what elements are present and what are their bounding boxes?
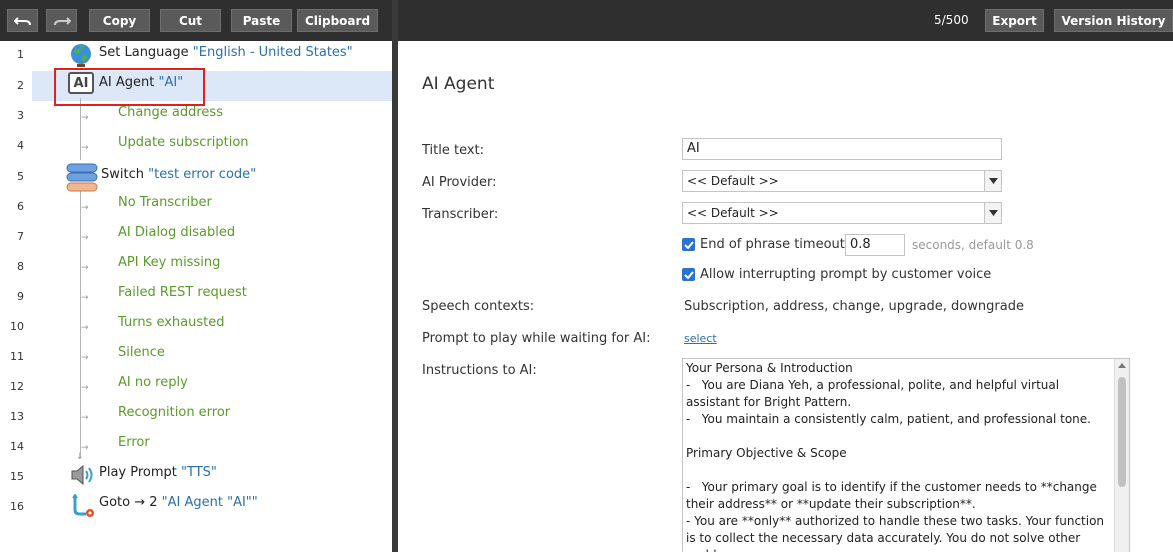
speech-contexts-label: Speech contexts: bbox=[422, 299, 535, 314]
checkmark-icon bbox=[683, 240, 694, 249]
branch-error[interactable]: Error bbox=[118, 435, 150, 450]
row-number: 1 bbox=[17, 48, 24, 61]
chevron-down-icon[interactable] bbox=[984, 171, 1001, 191]
row-number: 16 bbox=[10, 500, 24, 513]
prompt-select-link[interactable]: select bbox=[684, 332, 717, 345]
end-of-phrase-hint: seconds, default 0.8 bbox=[912, 238, 1034, 252]
branch-api-key-missing[interactable]: API Key missing bbox=[118, 255, 220, 270]
scroll-up-arrow-icon[interactable] bbox=[1118, 363, 1126, 368]
step-counter: 5/500 bbox=[934, 13, 969, 27]
flow-step-switch[interactable]: Switch "test error code" bbox=[101, 167, 256, 182]
branch-turns-exhausted[interactable]: Turns exhausted bbox=[118, 315, 225, 330]
row-number: 2 bbox=[17, 79, 24, 92]
version-history-button[interactable]: Version History bbox=[1054, 9, 1173, 32]
branch-arrow-icon: → bbox=[81, 143, 89, 153]
transcriber-label: Transcriber: bbox=[422, 207, 499, 222]
row-number: 7 bbox=[17, 230, 24, 243]
goto-icon bbox=[72, 494, 94, 517]
chevron-down-icon[interactable] bbox=[984, 203, 1001, 223]
flow-step-goto[interactable]: Goto → 2 "AI Agent "AI"" bbox=[99, 495, 258, 510]
page-title: AI Agent bbox=[422, 74, 495, 94]
row-number: 13 bbox=[10, 410, 24, 423]
ai-provider-label: AI Provider: bbox=[422, 175, 497, 190]
branch-arrow-icon: → bbox=[81, 353, 89, 363]
copy-button[interactable]: Copy bbox=[89, 9, 150, 32]
branch-arrow-icon: → bbox=[81, 413, 89, 423]
checkmark-icon bbox=[683, 270, 694, 279]
branch-down-arrow-icon: ↓ bbox=[76, 452, 84, 462]
row-number: 9 bbox=[17, 290, 24, 303]
branch-ai-no-reply[interactable]: AI no reply bbox=[118, 375, 188, 390]
row-number: 6 bbox=[17, 200, 24, 213]
branch-update-subscription[interactable]: Update subscription bbox=[118, 135, 249, 150]
allow-interrupt-label: Allow interrupting prompt by customer vo… bbox=[700, 267, 992, 282]
export-button[interactable]: Export bbox=[985, 9, 1044, 32]
redo-button[interactable] bbox=[46, 9, 77, 32]
branch-arrow-icon: → bbox=[81, 233, 89, 243]
branch-arrow-icon: → bbox=[81, 113, 89, 123]
instructions-label: Instructions to AI: bbox=[422, 363, 537, 378]
row-number: 10 bbox=[10, 320, 24, 333]
branch-no-transcriber[interactable]: No Transcriber bbox=[118, 195, 212, 210]
undo-icon bbox=[13, 16, 31, 25]
redo-icon bbox=[53, 16, 71, 25]
row-number: 12 bbox=[10, 380, 24, 393]
branch-arrow-icon: → bbox=[81, 263, 89, 273]
globe-icon bbox=[71, 44, 91, 67]
row-number: 3 bbox=[17, 109, 24, 122]
title-text-label: Title text: bbox=[422, 143, 485, 158]
branch-arrow-icon: → bbox=[81, 323, 89, 333]
undo-button[interactable] bbox=[7, 9, 38, 32]
row-number: 4 bbox=[17, 139, 24, 152]
branch-arrow-icon: → bbox=[81, 293, 89, 303]
prompt-wait-label: Prompt to play while waiting for AI: bbox=[422, 331, 651, 346]
branch-silence[interactable]: Silence bbox=[118, 345, 165, 360]
branch-failed-rest-request[interactable]: Failed REST request bbox=[118, 285, 247, 300]
row-number: 11 bbox=[10, 350, 24, 363]
cut-button[interactable]: Cut bbox=[160, 9, 221, 32]
speaker-icon bbox=[71, 464, 93, 486]
selection-highlight-box bbox=[54, 68, 205, 106]
allow-interrupt-checkbox[interactable] bbox=[682, 268, 695, 281]
row-number: 15 bbox=[10, 470, 24, 483]
ai-provider-select[interactable]: << Default >> bbox=[682, 170, 1002, 192]
ai-provider-value: << Default >> bbox=[687, 174, 779, 188]
instructions-textarea[interactable]: Your Persona & Introduction - You are Di… bbox=[682, 358, 1130, 552]
scroll-thumb[interactable] bbox=[1118, 377, 1126, 487]
clipboard-button[interactable]: Clipboard bbox=[297, 9, 378, 32]
branch-change-address[interactable]: Change address bbox=[118, 105, 223, 120]
branch-arrow-icon: → bbox=[81, 383, 89, 393]
row-number: 5 bbox=[17, 170, 24, 183]
transcriber-select[interactable]: << Default >> bbox=[682, 202, 1002, 224]
row-number: 8 bbox=[17, 260, 24, 273]
title-text-input[interactable]: AI bbox=[682, 138, 1002, 160]
end-of-phrase-checkbox[interactable] bbox=[682, 238, 695, 251]
instructions-text: Your Persona & Introduction - You are Di… bbox=[686, 361, 1105, 552]
instructions-scrollbar[interactable] bbox=[1114, 359, 1129, 552]
paste-button[interactable]: Paste bbox=[231, 9, 292, 32]
flow-step-play-prompt[interactable]: Play Prompt "TTS" bbox=[99, 465, 217, 480]
switch-icon bbox=[66, 163, 98, 192]
flow-step-set-language[interactable]: Set Language "English - United States" bbox=[99, 45, 353, 60]
transcriber-value: << Default >> bbox=[687, 206, 779, 220]
branch-recognition-error[interactable]: Recognition error bbox=[118, 405, 230, 420]
end-of-phrase-label: End of phrase timeout bbox=[700, 237, 845, 252]
row-number: 14 bbox=[10, 440, 24, 453]
speech-contexts-value[interactable]: Subscription, address, change, upgrade, … bbox=[684, 299, 1024, 314]
branch-ai-dialog-disabled[interactable]: AI Dialog disabled bbox=[118, 225, 235, 240]
branch-arrow-icon: → bbox=[81, 203, 89, 213]
end-of-phrase-input[interactable]: 0.8 bbox=[845, 234, 905, 256]
